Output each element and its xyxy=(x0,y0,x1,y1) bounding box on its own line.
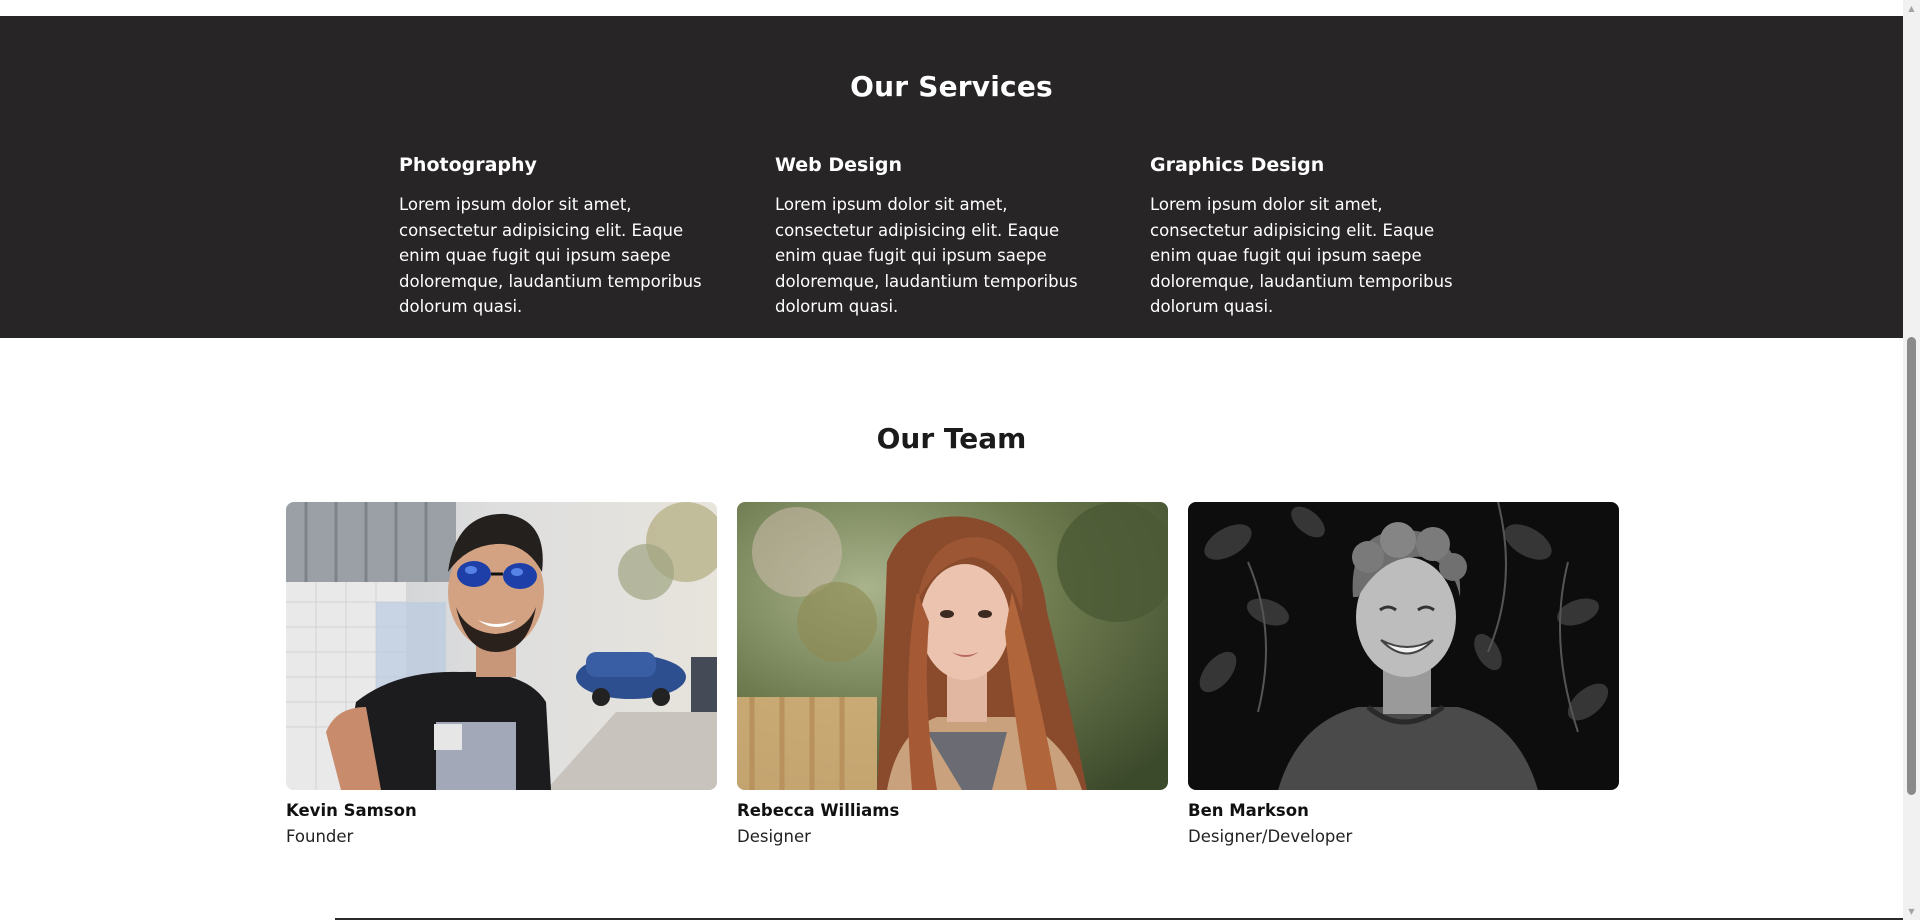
service-photography: Photography Lorem ipsum dolor sit amet, … xyxy=(399,152,719,320)
team-member-ben-markson: Ben Markson Designer/Developer xyxy=(1188,502,1619,848)
scroll-up-arrow-icon[interactable]: ▲ xyxy=(1903,0,1920,17)
page: Our Services Photography Lorem ipsum dol… xyxy=(0,0,1903,920)
service-description: Lorem ipsum dolor sit amet, consectetur … xyxy=(775,195,1078,316)
service-heading: Web Design xyxy=(775,154,902,176)
service-description: Lorem ipsum dolor sit amet, consectetur … xyxy=(1150,195,1453,316)
browser-viewport: Our Services Photography Lorem ipsum dol… xyxy=(0,0,1920,920)
member-photo xyxy=(1188,502,1619,790)
member-name: Ben Markson xyxy=(1188,801,1309,820)
member-photo xyxy=(286,502,717,790)
member-name: Rebecca Williams xyxy=(737,801,900,820)
services-section: Our Services Photography Lorem ipsum dol… xyxy=(0,16,1903,338)
services-title: Our Services xyxy=(850,70,1053,103)
service-heading: Photography xyxy=(399,154,537,176)
scrollbar-thumb[interactable] xyxy=(1907,337,1916,795)
service-description: Lorem ipsum dolor sit amet, consectetur … xyxy=(399,195,702,316)
member-role: Founder xyxy=(286,827,354,846)
team-member-rebecca-williams: Rebecca Williams Designer xyxy=(737,502,1168,848)
service-heading: Graphics Design xyxy=(1150,154,1325,176)
team-title: Our Team xyxy=(876,422,1027,455)
team-member-kevin-samson: Kevin Samson Founder xyxy=(286,502,717,848)
member-photo xyxy=(737,502,1168,790)
service-web-design: Web Design Lorem ipsum dolor sit amet, c… xyxy=(775,152,1095,320)
member-role: Designer/Developer xyxy=(1188,827,1353,846)
vertical-scrollbar[interactable]: ▲ ▼ xyxy=(1903,0,1920,920)
member-role: Designer xyxy=(737,827,811,846)
service-graphics-design: Graphics Design Lorem ipsum dolor sit am… xyxy=(1150,152,1470,320)
member-name: Kevin Samson xyxy=(286,801,417,820)
scroll-down-arrow-icon[interactable]: ▼ xyxy=(1903,903,1920,920)
